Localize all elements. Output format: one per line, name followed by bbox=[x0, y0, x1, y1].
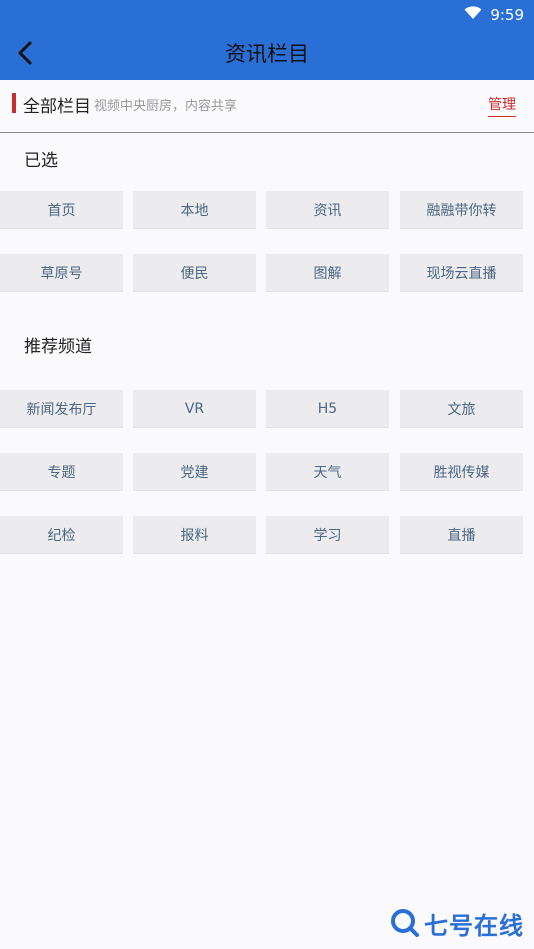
recommended-channel-chip[interactable]: 专题 bbox=[0, 453, 123, 490]
recommended-channel-chip[interactable]: 学习 bbox=[266, 516, 389, 553]
wifi-icon bbox=[464, 6, 482, 24]
section-subtitle: 视频中央厨房，内容共享 bbox=[94, 99, 238, 114]
recommended-heading: 推荐频道 bbox=[24, 337, 92, 357]
selected-channel-chip[interactable]: 图解 bbox=[266, 254, 389, 291]
recommended-channel-chip[interactable]: 直播 bbox=[400, 516, 523, 553]
selected-channel-chip[interactable]: 现场云直播 bbox=[400, 254, 523, 291]
recommended-channel-chip[interactable]: H5 bbox=[266, 390, 389, 427]
recommended-channel-chip[interactable]: 党建 bbox=[133, 453, 256, 490]
section-header: 全部栏目 视频中央厨房，内容共享 管理 bbox=[0, 80, 534, 133]
recommended-channel-chip[interactable]: 胜视传媒 bbox=[400, 453, 523, 490]
recommended-channel-chip[interactable]: 天气 bbox=[266, 453, 389, 490]
status-time: 9:59 bbox=[490, 6, 524, 24]
selected-heading: 已选 bbox=[24, 151, 58, 171]
watermark-logo: 七号在线 bbox=[390, 907, 524, 940]
recommended-channel-chip[interactable]: 报料 bbox=[133, 516, 256, 553]
selected-channel-chip[interactable]: 融融带你转 bbox=[400, 191, 523, 228]
section-accent-bar bbox=[12, 93, 16, 113]
magnifier-logo-icon bbox=[391, 909, 419, 937]
status-bar: 9:59 bbox=[464, 5, 524, 25]
recommended-channel-chip[interactable]: 新闻发布厅 bbox=[0, 390, 123, 427]
selected-channel-chip[interactable]: 本地 bbox=[133, 191, 256, 228]
page-title: 资讯栏目 bbox=[225, 42, 309, 66]
recommended-channel-chip[interactable]: 纪检 bbox=[0, 516, 123, 553]
section-title: 全部栏目 bbox=[23, 97, 91, 117]
recommended-channel-chip[interactable]: 文旅 bbox=[400, 390, 523, 427]
selected-channel-chip[interactable]: 草原号 bbox=[0, 254, 123, 291]
selected-channel-chip[interactable]: 首页 bbox=[0, 191, 123, 228]
manage-button[interactable]: 管理 bbox=[488, 94, 516, 117]
selected-channel-chip[interactable]: 便民 bbox=[133, 254, 256, 291]
recommended-channel-chip[interactable]: VR bbox=[133, 390, 256, 427]
selected-channel-chip[interactable]: 资讯 bbox=[266, 191, 389, 228]
top-app-bar: 9:59 资讯栏目 bbox=[0, 0, 534, 80]
watermark-text: 七号在线 bbox=[424, 911, 524, 940]
